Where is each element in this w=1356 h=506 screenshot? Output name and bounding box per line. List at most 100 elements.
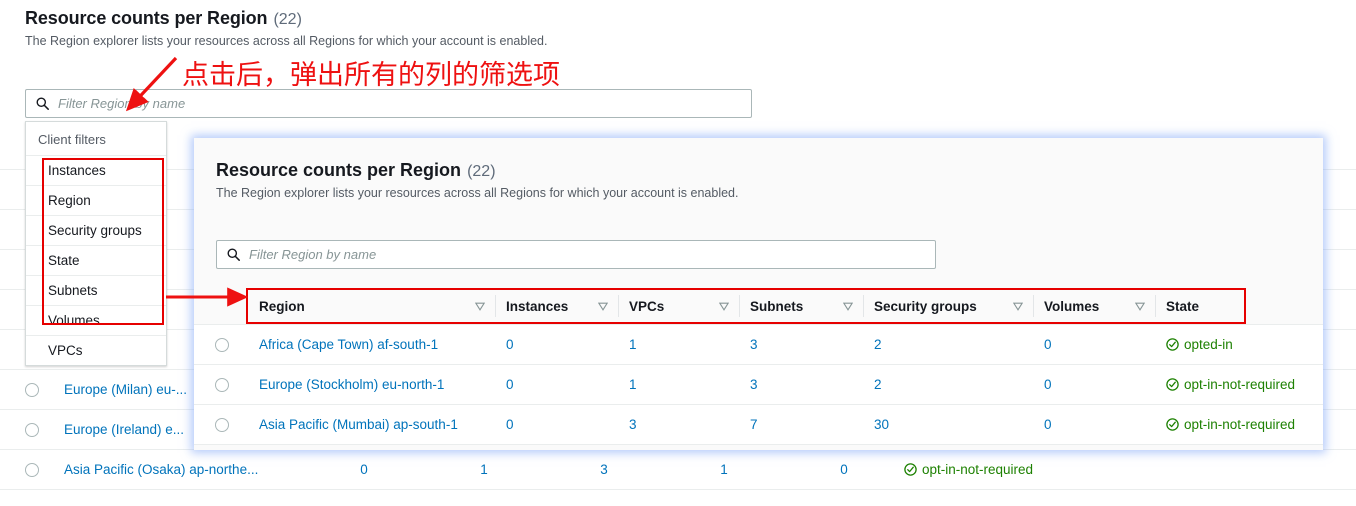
cell-region[interactable]: Africa (Cape Town) af-south-1	[249, 337, 496, 352]
table-row[interactable]: Asia Pacific (Mumbai) ap-south-1 0 3 7 3…	[194, 405, 1323, 445]
sort-caret-icon[interactable]	[719, 302, 729, 311]
cell-vpcs[interactable]: 3	[619, 417, 740, 432]
cell-state: opt-in-not-required	[1156, 417, 1323, 432]
cell-state: opt-in-not-required	[904, 462, 1144, 477]
check-circle-icon	[1166, 338, 1179, 351]
table-header-row: Region Instances VPCs Subnets Security g…	[194, 288, 1323, 325]
row-radio[interactable]	[194, 337, 249, 352]
radio-button-icon	[214, 417, 229, 432]
column-header-label: Instances	[506, 298, 569, 314]
column-header-label: Volumes	[1044, 298, 1100, 314]
state-label: opt-in-not-required	[1184, 417, 1296, 432]
cell-vpcs[interactable]: 1	[619, 377, 740, 392]
filter-option-instances[interactable]: Instances	[26, 155, 166, 185]
sort-caret-icon[interactable]	[1013, 302, 1023, 311]
search-icon	[227, 248, 240, 261]
cell-security-groups[interactable]: 2	[864, 337, 1034, 352]
filter-option-state[interactable]: State	[26, 245, 166, 275]
search-placeholder: Filter Region by name	[58, 96, 186, 111]
column-header-label: VPCs	[629, 298, 665, 314]
cell-instances[interactable]: 0	[496, 377, 619, 392]
cell-state: opted-in	[1156, 337, 1323, 352]
annotation-text: 点击后，弹出所有的列的筛选项	[182, 60, 560, 91]
cell-volumes: 0	[840, 462, 848, 477]
cell-volumes[interactable]: 0	[1034, 377, 1156, 392]
radio-button-icon	[214, 377, 229, 392]
cell-subnets[interactable]: 7	[740, 417, 864, 432]
search-icon	[36, 97, 49, 110]
row-radio[interactable]	[0, 422, 64, 437]
column-header-state[interactable]: State	[1156, 295, 1323, 317]
radio-button-icon	[25, 462, 39, 477]
column-header-label: Subnets	[750, 298, 804, 314]
column-header-subnets[interactable]: Subnets	[740, 295, 864, 317]
filter-option-subnets[interactable]: Subnets	[26, 275, 166, 305]
overlay-title-text: Resource counts per Region	[216, 160, 462, 180]
overlay-panel: Resource counts per Region (22) The Regi…	[194, 138, 1323, 450]
radio-button-icon	[25, 422, 39, 437]
column-header-security-groups[interactable]: Security groups	[864, 295, 1034, 317]
cell-volumes[interactable]: 0	[1034, 417, 1156, 432]
filter-option-volumes[interactable]: Volumes	[26, 305, 166, 335]
column-header-label: Security groups	[874, 298, 977, 314]
overlay-title-count: (22)	[467, 163, 496, 180]
cell-region[interactable]: Asia Pacific (Osaka) ap-northe...	[64, 462, 304, 477]
row-radio[interactable]	[194, 417, 249, 432]
table-row[interactable]: Asia Pacific (Osaka) ap-northe... 0 1 3 …	[0, 450, 1356, 490]
overlay-table: Region Instances VPCs Subnets Security g…	[194, 288, 1323, 445]
filter-option-region[interactable]: Region	[26, 185, 166, 215]
overlay-description: The Region explorer lists your resources…	[216, 186, 739, 200]
radio-button-icon	[214, 337, 229, 352]
cell-security-groups[interactable]: 2	[864, 377, 1034, 392]
page-title: Resource counts per Region (22)	[25, 8, 302, 29]
cell-instances[interactable]: 0	[496, 417, 619, 432]
overlay-search-placeholder: Filter Region by name	[249, 247, 377, 262]
overlay-search-input[interactable]: Filter Region by name	[216, 240, 936, 269]
cell-subnets: 3	[600, 462, 608, 477]
cell-state: opt-in-not-required	[1156, 377, 1323, 392]
cell-vpcs: 1	[480, 462, 488, 477]
cell-security-groups[interactable]: 30	[864, 417, 1034, 432]
page-title-text: Resource counts per Region	[25, 8, 268, 28]
row-radio[interactable]	[0, 462, 64, 477]
column-header-label: State	[1166, 298, 1200, 314]
column-header-vpcs[interactable]: VPCs	[619, 295, 740, 317]
sort-caret-icon[interactable]	[475, 302, 485, 311]
check-circle-icon	[1166, 378, 1179, 391]
table-row[interactable]: Europe (Stockholm) eu-north-1 0 1 3 2 0 …	[194, 365, 1323, 405]
cell-instances: 0	[360, 462, 368, 477]
cell-vpcs[interactable]: 1	[619, 337, 740, 352]
cell-region[interactable]: Asia Pacific (Mumbai) ap-south-1	[249, 417, 496, 432]
filter-option-security-groups[interactable]: Security groups	[26, 215, 166, 245]
row-radio[interactable]	[0, 382, 64, 397]
column-header-region[interactable]: Region	[249, 295, 496, 317]
sort-caret-icon[interactable]	[843, 302, 853, 311]
page-description: The Region explorer lists your resources…	[25, 34, 548, 48]
cell-volumes[interactable]: 0	[1034, 337, 1156, 352]
state-label: opt-in-not-required	[1184, 377, 1296, 392]
client-filters-dropdown[interactable]: Client filters Instances Region Security…	[25, 121, 167, 366]
sort-caret-icon[interactable]	[598, 302, 608, 311]
cell-region[interactable]: Europe (Stockholm) eu-north-1	[249, 377, 496, 392]
client-filters-heading: Client filters	[38, 132, 106, 147]
column-header-label: Region	[259, 298, 305, 314]
header-select-column	[194, 295, 249, 317]
search-input[interactable]: Filter Region by name	[25, 89, 752, 118]
cell-subnets[interactable]: 3	[740, 337, 864, 352]
check-circle-icon	[904, 463, 917, 476]
page-title-count: (22)	[273, 11, 302, 28]
overlay-title: Resource counts per Region (22)	[216, 160, 496, 181]
cell-security-groups: 1	[720, 462, 728, 477]
radio-button-icon	[25, 382, 39, 397]
row-radio[interactable]	[194, 377, 249, 392]
state-label: opted-in	[1184, 337, 1233, 352]
column-header-volumes[interactable]: Volumes	[1034, 295, 1156, 317]
cell-subnets[interactable]: 3	[740, 377, 864, 392]
filter-option-vpcs[interactable]: VPCs	[26, 335, 166, 365]
table-row[interactable]: Africa (Cape Town) af-south-1 0 1 3 2 0 …	[194, 325, 1323, 365]
check-circle-icon	[1166, 418, 1179, 431]
column-header-instances[interactable]: Instances	[496, 295, 619, 317]
cell-instances[interactable]: 0	[496, 337, 619, 352]
sort-caret-icon[interactable]	[1135, 302, 1145, 311]
state-label: opt-in-not-required	[922, 462, 1034, 477]
